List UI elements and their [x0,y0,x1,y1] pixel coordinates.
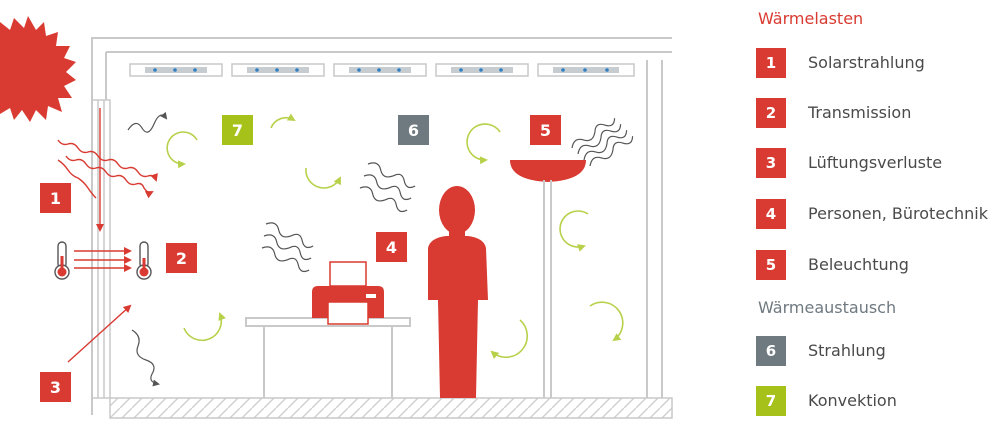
legend-item: 7 Konvektion [756,386,992,416]
badge-7: 7 [222,115,253,145]
transmission-arrows [74,247,132,272]
legend-item: 6 Strahlung [756,336,992,366]
legend-item: 5 Beleuchtung [756,250,992,280]
legend-item: 4 Personen, Bürotechnik [756,199,992,229]
convection-arrow-icon [305,167,341,189]
svg-text:6: 6 [408,121,419,140]
ceiling-lights [129,63,635,77]
legend-number: 5 [756,250,786,280]
ceiling-light-icon [435,63,529,77]
ceiling-light-icon [333,63,427,77]
ventilation-arrow [67,304,132,363]
legend-number: 3 [756,148,786,178]
legend-label: Strahlung [808,341,886,360]
legend-label: Personen, Bürotechnik [808,204,988,223]
floor-lamp-icon [510,160,586,398]
legend-label: Lüftungsverluste [808,153,943,172]
svg-text:5: 5 [540,121,551,140]
badge-3: 3 [40,372,71,402]
legend-heading-exchange: Wärmeaustausch [758,298,897,317]
legend-number: 6 [756,336,786,366]
badge-2: 2 [166,243,197,273]
heat-wave-icon [261,222,314,273]
thermometer-icon [54,241,70,280]
svg-text:7: 7 [232,121,243,140]
legend-number: 7 [756,386,786,416]
legend-item: 1 Solarstrahlung [756,48,992,78]
badge-6: 6 [398,115,429,145]
building-structure [91,37,672,415]
legend-label: Solarstrahlung [808,53,925,72]
convection-arrow-icon [270,113,296,129]
badge-4: 4 [376,232,407,262]
legend-heading-loads: Wärmelasten [758,9,864,28]
heat-wave-icon [359,162,416,213]
legend-number: 4 [756,199,786,229]
legend-label: Beleuchtung [808,255,909,274]
legend-label: Transmission [808,103,912,122]
window [91,99,111,399]
legend-item: 3 Lüftungsverluste [756,148,992,178]
svg-text:2: 2 [176,249,187,268]
convection-arrow-icon [166,131,198,169]
ceiling-light-icon [231,63,325,77]
convection-arrow-icon [490,319,529,359]
solar-radiation-arrows [57,139,158,199]
ceiling-light-icon [537,63,635,77]
legend-number: 2 [756,98,786,128]
svg-text:3: 3 [50,378,61,397]
convection-arrow-icon [183,312,226,342]
badge-1: 1 [40,183,71,213]
ceiling-light-icon [129,63,223,77]
svg-text:4: 4 [386,238,397,257]
svg-text:1: 1 [50,189,61,208]
thermometer-icon [136,241,152,280]
convection-arrow-icon [589,301,624,342]
legend-item: 2 Transmission [756,98,992,128]
convection-arrow-icon [466,123,501,165]
legend-number: 1 [756,48,786,78]
floor [109,397,673,419]
printer-icon [312,261,384,325]
convection-arrow-icon [559,210,589,252]
table [245,317,411,398]
badge-5: 5 [530,115,561,145]
sun-icon [0,16,76,122]
person-icon [428,186,488,398]
legend-label: Konvektion [808,391,897,410]
